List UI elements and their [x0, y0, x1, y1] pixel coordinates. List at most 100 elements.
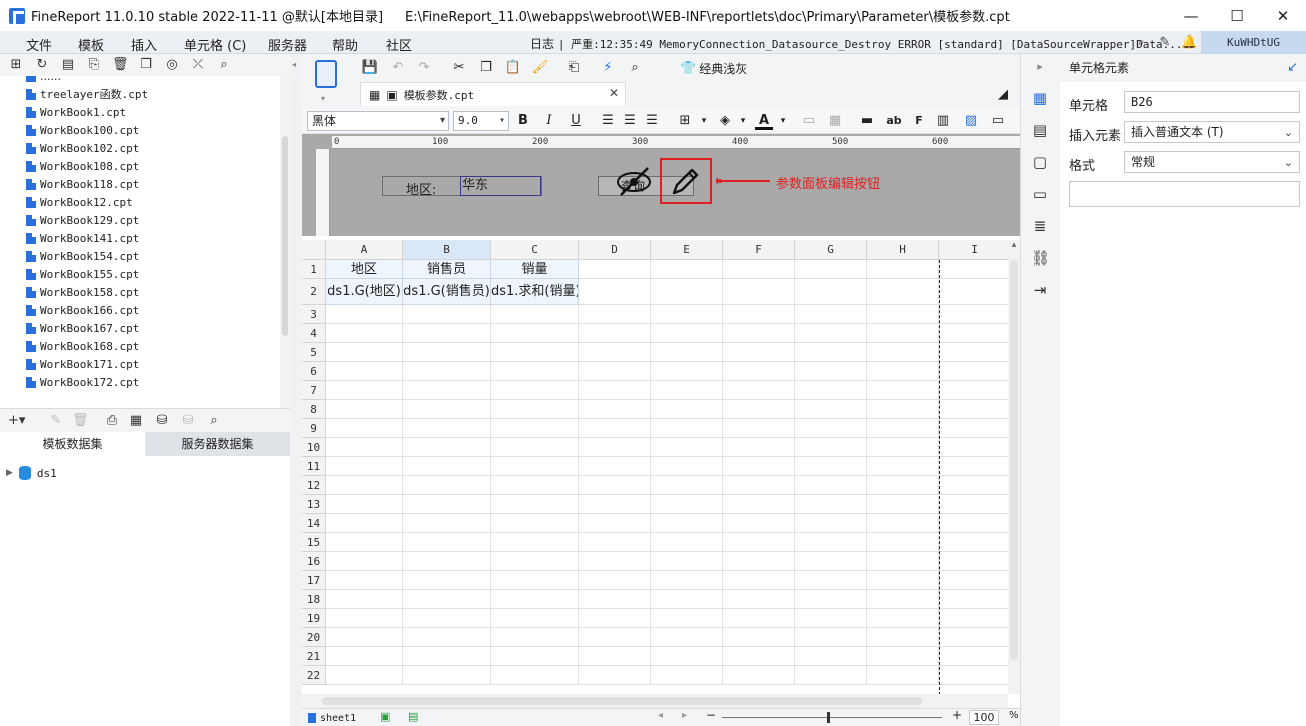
table-cell[interactable]: [403, 419, 491, 438]
table-cell[interactable]: [651, 552, 723, 571]
table-cell[interactable]: [795, 343, 867, 362]
insert-row-icon[interactable]: ▬: [858, 112, 876, 130]
list-item[interactable]: WorkBook154.cpt: [26, 247, 139, 265]
table-cell[interactable]: [403, 324, 491, 343]
table-cell[interactable]: [326, 324, 403, 343]
table-cell[interactable]: [723, 419, 795, 438]
scrollbar-thumb[interactable]: [282, 136, 288, 336]
table-cell[interactable]: [403, 457, 491, 476]
formula-icon[interactable]: F: [910, 112, 928, 130]
pencil-icon[interactable]: [669, 166, 701, 196]
zoom-out-button[interactable]: −: [706, 708, 716, 722]
table-cell[interactable]: [723, 400, 795, 419]
search-icon[interactable]: ⌕: [1133, 35, 1149, 51]
font-color-icon[interactable]: A: [755, 112, 773, 130]
export-icon[interactable]: ⇥: [1031, 281, 1049, 299]
list-item[interactable]: WorkBook172.cpt: [26, 373, 139, 391]
table-cell[interactable]: [867, 343, 939, 362]
table-cell[interactable]: [326, 438, 403, 457]
table-cell[interactable]: [491, 533, 579, 552]
table-cell[interactable]: [939, 438, 1008, 457]
table-cell[interactable]: [939, 476, 1008, 495]
list-item[interactable]: WorkBook129.cpt: [26, 211, 139, 229]
server-database-icon[interactable]: ⛁: [180, 413, 196, 429]
panel-splitter[interactable]: ◂: [290, 54, 302, 726]
close-tab-icon[interactable]: ✕: [609, 86, 619, 100]
table-cell[interactable]: [403, 476, 491, 495]
table-cell[interactable]: [491, 400, 579, 419]
grid-horizontal-scrollbar[interactable]: [302, 694, 1008, 708]
merge-icon[interactable]: ▭: [800, 112, 818, 130]
menu-insert[interactable]: 插入: [131, 35, 157, 54]
table-cell[interactable]: [579, 609, 651, 628]
spreadsheet-grid[interactable]: A B C D E F G H I 1 地区 销售员 销量 2 ds1.G(地区) ds1.G(销售员) ds1…: [302, 240, 1008, 694]
table-cell[interactable]: [403, 666, 491, 685]
table-cell[interactable]: [579, 400, 651, 419]
table-cell[interactable]: [326, 647, 403, 666]
table-cell[interactable]: [795, 552, 867, 571]
table-cell[interactable]: [795, 419, 867, 438]
row-header[interactable]: 21: [302, 647, 326, 666]
scroll-up-icon[interactable]: ▴: [1008, 240, 1020, 254]
bell-icon[interactable]: 🔔: [1181, 35, 1197, 51]
table-cell[interactable]: [651, 457, 723, 476]
table-cell[interactable]: [403, 381, 491, 400]
table-cell[interactable]: [723, 438, 795, 457]
table-cell[interactable]: [795, 590, 867, 609]
list-item[interactable]: WorkBook100.cpt: [26, 121, 139, 139]
unmerge-icon[interactable]: ▦: [826, 112, 844, 130]
list-item[interactable]: WorkBook108.cpt: [26, 157, 139, 175]
table-cell[interactable]: [579, 438, 651, 457]
table-cell[interactable]: [491, 343, 579, 362]
table-cell[interactable]: [403, 533, 491, 552]
table-cell[interactable]: [326, 609, 403, 628]
table-cell[interactable]: [867, 647, 939, 666]
row-header[interactable]: 2: [302, 279, 326, 305]
table-cell[interactable]: [723, 381, 795, 400]
copy-icon[interactable]: ❐: [138, 57, 154, 73]
table-cell[interactable]: [723, 609, 795, 628]
row-header[interactable]: 9: [302, 419, 326, 438]
style-button[interactable]: 👕 经典浅灰: [680, 59, 747, 77]
column-header[interactable]: I: [939, 240, 1008, 260]
table-cell[interactable]: [867, 666, 939, 685]
copy-icon[interactable]: ❐: [477, 59, 495, 77]
tab-menu-icon[interactable]: ◢: [994, 86, 1012, 104]
table-cell[interactable]: [939, 260, 1008, 279]
table-cell[interactable]: [795, 457, 867, 476]
table-cell[interactable]: [867, 381, 939, 400]
table-cell[interactable]: [939, 324, 1008, 343]
table-cell[interactable]: [867, 609, 939, 628]
cell-element-icon[interactable]: ▦: [1031, 89, 1049, 107]
table-cell[interactable]: [723, 590, 795, 609]
table-cell[interactable]: [939, 514, 1008, 533]
list-item[interactable]: WorkBook141.cpt: [26, 229, 139, 247]
table-cell[interactable]: [403, 305, 491, 324]
column-header[interactable]: A: [326, 240, 403, 260]
table-cell[interactable]: [795, 533, 867, 552]
row-header[interactable]: 18: [302, 590, 326, 609]
table-cell[interactable]: [491, 457, 579, 476]
format-select[interactable]: 常规 ⌄: [1124, 151, 1300, 173]
cut-icon[interactable]: ✂: [450, 59, 468, 77]
cell-attribute-icon[interactable]: ▤: [1031, 121, 1049, 139]
table-cell[interactable]: [326, 362, 403, 381]
table-cell[interactable]: [579, 590, 651, 609]
menu-server[interactable]: 服务器: [268, 35, 307, 54]
column-header[interactable]: H: [867, 240, 939, 260]
row-header[interactable]: 13: [302, 495, 326, 514]
param-combo[interactable]: 华东: [460, 176, 541, 196]
next-sheet-icon[interactable]: ▸: [682, 710, 687, 721]
more-icon[interactable]: ▭: [989, 112, 1007, 130]
table-cell[interactable]: [491, 381, 579, 400]
table-cell[interactable]: [723, 476, 795, 495]
table-cell[interactable]: [491, 590, 579, 609]
table-cell[interactable]: [651, 362, 723, 381]
maximize-button[interactable]: ☐: [1214, 0, 1260, 31]
table-cell[interactable]: [403, 400, 491, 419]
format-painter-icon[interactable]: 🖌: [531, 59, 549, 77]
table-cell[interactable]: [867, 324, 939, 343]
table-cell[interactable]: [491, 552, 579, 571]
table-cell[interactable]: [723, 628, 795, 647]
align-right-icon[interactable]: ☰: [643, 112, 661, 130]
